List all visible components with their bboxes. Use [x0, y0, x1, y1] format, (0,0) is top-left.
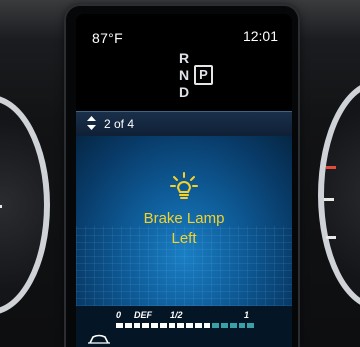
fuel-segment — [177, 323, 184, 328]
gear-selector: R N D P — [176, 50, 236, 110]
fuel-label-half: 1/2 — [170, 310, 183, 320]
fuel-gauge: 0 DEF 1/2 1 — [76, 306, 292, 347]
fuel-segment — [212, 323, 219, 328]
gauge-tick — [0, 205, 2, 208]
fuel-label-empty: 0 — [116, 310, 122, 320]
fuel-segment — [124, 323, 132, 328]
car-icon — [88, 334, 110, 344]
fuel-segment — [221, 323, 228, 328]
right-gauge — [318, 80, 360, 310]
fuel-label-full: 1 — [244, 310, 250, 320]
fuel-segment — [168, 323, 176, 328]
up-down-arrows-icon — [87, 116, 96, 130]
gear-park-selected: P — [194, 65, 213, 85]
gauge-tick — [324, 198, 334, 201]
fuel-segment — [194, 323, 202, 328]
gauge-redline-tick — [326, 166, 336, 169]
fuel-gauge-labels: 0 DEF 1/2 1 — [116, 310, 256, 322]
instrument-cluster: 87°F 12:01 R N D P 2 of 4 Brake Lamp Lef… — [0, 0, 360, 347]
fuel-segment — [151, 323, 158, 328]
gear-neutral: N — [179, 67, 190, 83]
fuel-segment — [116, 323, 123, 328]
warning-title: Brake Lamp — [143, 210, 225, 227]
gear-drive: D — [179, 84, 190, 100]
fuel-segment — [247, 323, 254, 328]
fuel-segment — [186, 323, 193, 328]
outside-temperature: 87°F — [92, 30, 123, 46]
left-gauge — [0, 95, 50, 315]
fuel-segment — [159, 323, 167, 328]
fuel-segment — [203, 323, 211, 328]
gauge-tick — [326, 236, 336, 239]
fuel-segment — [142, 323, 149, 328]
message-counter: 2 of 4 — [104, 117, 135, 131]
cluster-display: 87°F 12:01 R N D P 2 of 4 Brake Lamp Lef… — [76, 14, 292, 347]
fuel-segment — [133, 323, 141, 328]
fuel-segment — [238, 323, 246, 328]
fuel-level-bar — [116, 323, 256, 328]
clock: 12:01 — [242, 28, 278, 44]
fuel-segment — [229, 323, 237, 328]
warning-subtitle: Left — [171, 230, 197, 247]
gear-reverse: R — [179, 50, 190, 66]
fuel-label-def: DEF — [134, 310, 152, 320]
warning-panel: Brake Lamp Left — [76, 136, 292, 306]
bulb-warning-icon — [170, 172, 198, 199]
message-pager[interactable]: 2 of 4 — [76, 112, 292, 136]
